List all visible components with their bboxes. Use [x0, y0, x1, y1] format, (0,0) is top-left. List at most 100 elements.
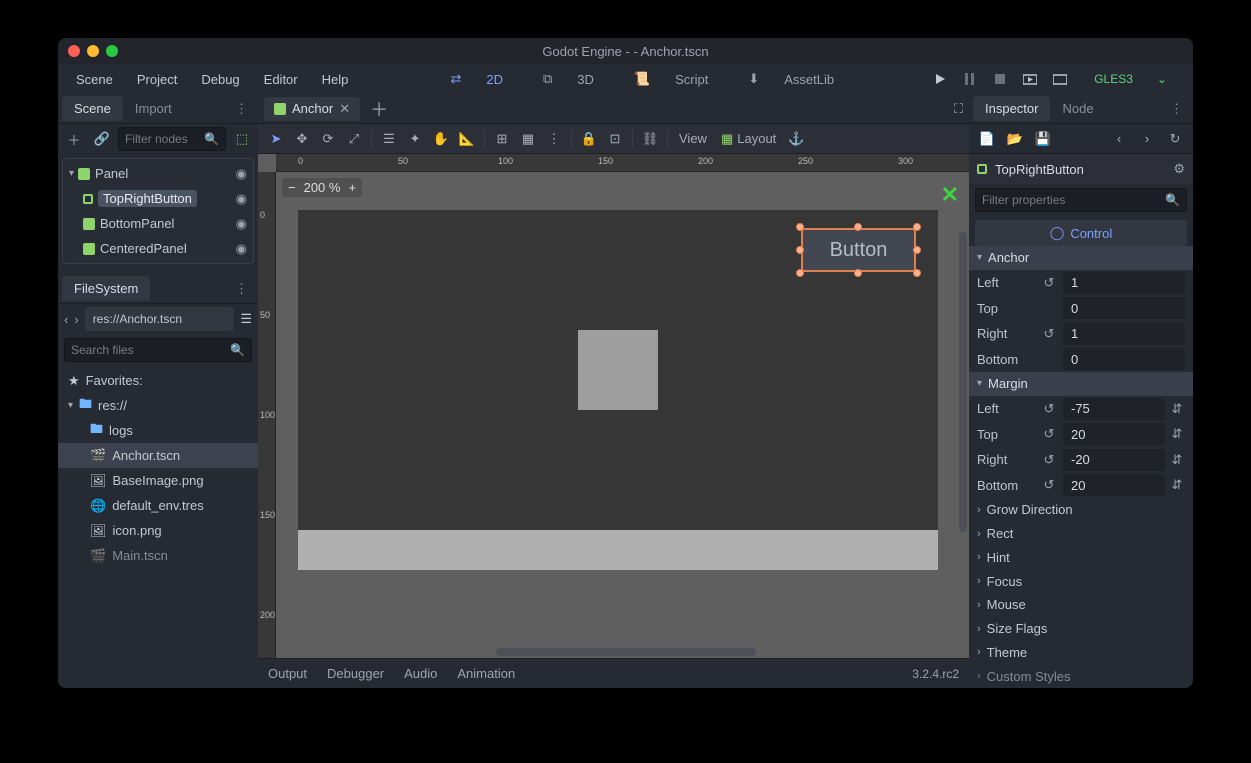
resize-handle-icon[interactable] — [854, 269, 862, 277]
object-settings-icon[interactable]: ⚙ — [1173, 161, 1185, 177]
inspected-object[interactable]: TopRightButton ⚙ — [969, 154, 1193, 184]
fold-size-flags[interactable]: ›Size Flags — [969, 617, 1193, 641]
add-scene-tab-icon[interactable]: ＋ — [360, 96, 398, 122]
group-icon[interactable]: ⊡ — [603, 127, 627, 151]
layout-menu[interactable]: ▦Layout — [715, 127, 782, 151]
fs-item-anchor[interactable]: 🎬Anchor.tscn — [58, 443, 258, 468]
bottom-panel-rect[interactable] — [298, 530, 938, 570]
zoom-out-icon[interactable]: − — [288, 180, 296, 195]
save-resource-icon[interactable]: 💾 — [1031, 127, 1055, 151]
anchor-preset-icon[interactable]: ⚓ — [784, 127, 808, 151]
select-tool-icon[interactable]: ➤ — [264, 127, 288, 151]
dock-menu-icon[interactable]: ⋮ — [229, 281, 254, 297]
canvas-2d[interactable]: − 200 % + Button — [276, 172, 969, 658]
section-anchor[interactable]: ▾Anchor — [969, 246, 1193, 270]
anchor-cross-icon[interactable]: ✕ — [941, 182, 959, 208]
fold-rect[interactable]: ›Rect — [969, 522, 1193, 546]
scene-tab-anchor[interactable]: Anchor ✕ — [264, 97, 360, 121]
reset-icon[interactable]: ↺ — [1039, 426, 1059, 442]
fs-root[interactable]: ▾🖿res:// — [58, 393, 258, 418]
class-control-link[interactable]: ◯Control — [975, 220, 1187, 246]
menu-project[interactable]: Project — [127, 68, 187, 91]
viewport[interactable]: 0 50 100 150 200 250 300 0 50 100 150 20… — [258, 154, 969, 658]
fs-item-icon[interactable]: 🖼icon.png — [58, 518, 258, 543]
ruler-tool-icon[interactable]: 📐 — [455, 127, 479, 151]
fold-focus[interactable]: ›Focus — [969, 569, 1193, 593]
margin-bottom-field[interactable]: 20 — [1063, 474, 1165, 496]
fs-item-baseimage[interactable]: 🖼BaseImage.png — [58, 468, 258, 493]
close-window-icon[interactable] — [68, 45, 80, 57]
viewport-scrollbar-v[interactable] — [959, 232, 967, 532]
fold-hint[interactable]: ›Hint — [969, 546, 1193, 570]
collapse-icon[interactable]: ▾ — [69, 168, 74, 179]
attach-script-icon[interactable]: ⬚ — [230, 127, 254, 151]
stepper-icon[interactable]: ⇵ — [1169, 426, 1185, 442]
visibility-icon[interactable]: ◉ — [236, 216, 247, 232]
view-menu[interactable]: View — [673, 127, 713, 151]
view-3d[interactable]: ⧉3D — [523, 63, 614, 95]
reset-icon[interactable]: ↺ — [1039, 477, 1059, 493]
margin-left-field[interactable]: -75 — [1063, 398, 1165, 420]
dock-menu-icon[interactable]: ⋮ — [1164, 101, 1189, 117]
fs-item-logs[interactable]: 🖿logs — [58, 418, 258, 443]
menu-editor[interactable]: Editor — [254, 68, 308, 91]
resize-handle-icon[interactable] — [854, 223, 862, 231]
add-node-icon[interactable]: ＋ — [62, 127, 86, 151]
anchor-left-field[interactable]: 1 — [1063, 272, 1185, 294]
pause-button[interactable] — [956, 67, 984, 91]
filter-nodes-input[interactable]: Filter nodes🔍 — [118, 127, 226, 151]
zoom-in-icon[interactable]: + — [348, 180, 356, 195]
close-tab-icon[interactable]: ✕ — [339, 101, 350, 117]
resize-handle-icon[interactable] — [913, 246, 921, 254]
load-resource-icon[interactable]: 📂 — [1003, 127, 1027, 151]
scene-node-centeredpanel[interactable]: CenteredPanel ◉ — [63, 236, 253, 261]
tab-inspector[interactable]: Inspector — [973, 96, 1050, 121]
resize-handle-icon[interactable] — [913, 269, 921, 277]
tab-debugger[interactable]: Debugger — [327, 666, 384, 681]
selected-button[interactable]: Button — [801, 228, 916, 272]
distraction-free-icon[interactable]: ⛶ — [954, 101, 963, 117]
menu-help[interactable]: Help — [312, 68, 359, 91]
smart-snap-icon[interactable]: ⊞ — [490, 127, 514, 151]
instance-scene-icon[interactable]: 🔗 — [90, 127, 114, 151]
renderer-selector[interactable]: GLES3⌄ — [1076, 68, 1185, 90]
tab-import[interactable]: Import — [123, 96, 184, 121]
view-assetlib[interactable]: ⬇AssetLib — [728, 63, 854, 95]
anchor-right-field[interactable]: 1 — [1063, 323, 1185, 345]
scene-node-bottompanel[interactable]: BottomPanel ◉ — [63, 211, 253, 236]
fs-back-icon[interactable]: ‹ — [64, 312, 68, 327]
view-2d[interactable]: ⇄2D — [430, 63, 523, 95]
fs-forward-icon[interactable]: › — [74, 312, 78, 327]
fold-grow-direction[interactable]: ›Grow Direction — [969, 498, 1193, 522]
scene-node-root[interactable]: ▾ Panel ◉ — [63, 161, 253, 186]
play-custom-scene-button[interactable] — [1046, 67, 1074, 91]
stepper-icon[interactable]: ⇵ — [1169, 452, 1185, 468]
resize-handle-icon[interactable] — [913, 223, 921, 231]
resize-handle-icon[interactable] — [796, 246, 804, 254]
fold-mouse[interactable]: ›Mouse — [969, 593, 1193, 617]
list-select-icon[interactable]: ☰ — [377, 127, 401, 151]
filter-properties-input[interactable]: Filter properties🔍 — [975, 188, 1187, 212]
anchor-bottom-field[interactable]: 0 — [1063, 348, 1185, 370]
lock-icon[interactable]: 🔒 — [577, 127, 601, 151]
visibility-icon[interactable]: ◉ — [236, 191, 247, 207]
maximize-window-icon[interactable] — [106, 45, 118, 57]
move-tool-icon[interactable]: ✥ — [290, 127, 314, 151]
reset-icon[interactable]: ↺ — [1039, 275, 1059, 291]
history-back-icon[interactable]: ‹ — [1107, 127, 1131, 151]
history-forward-icon[interactable]: › — [1135, 127, 1159, 151]
resize-handle-icon[interactable] — [796, 269, 804, 277]
section-margin[interactable]: ▾Margin — [969, 372, 1193, 396]
margin-right-field[interactable]: -20 — [1063, 449, 1165, 471]
tab-filesystem[interactable]: FileSystem — [62, 276, 150, 301]
fs-search-input[interactable]: Search files🔍 — [64, 338, 252, 362]
menu-debug[interactable]: Debug — [191, 68, 249, 91]
reset-icon[interactable]: ↺ — [1039, 326, 1059, 342]
margin-top-field[interactable]: 20 — [1063, 423, 1165, 445]
tab-node[interactable]: Node — [1050, 96, 1105, 121]
fs-path-field[interactable]: res://Anchor.tscn — [85, 307, 235, 331]
viewport-scrollbar-h[interactable] — [496, 648, 756, 656]
fold-theme[interactable]: ›Theme — [969, 641, 1193, 665]
history-icon[interactable]: ↻ — [1163, 127, 1187, 151]
fs-item-main[interactable]: 🎬Main.tscn — [58, 543, 258, 568]
